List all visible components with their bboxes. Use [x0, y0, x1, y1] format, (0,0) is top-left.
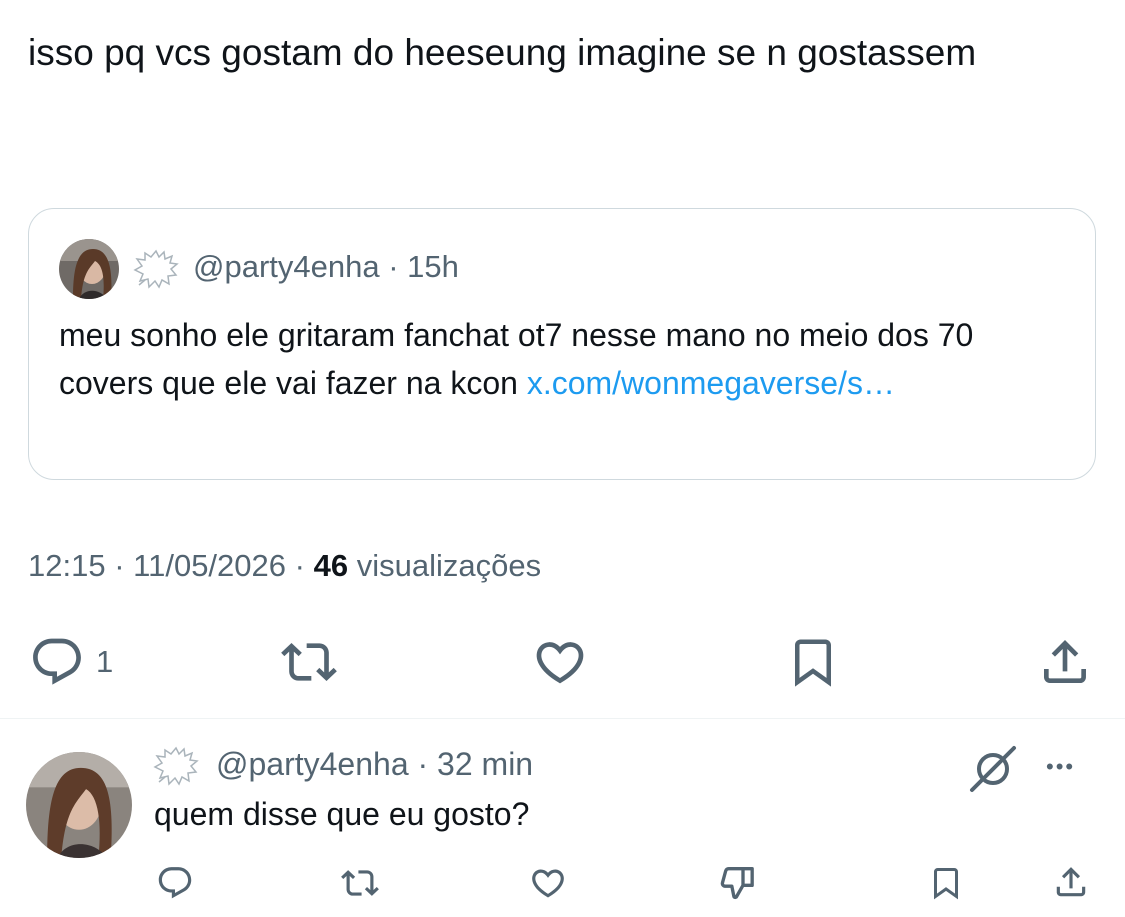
- reply-handle[interactable]: @party4enha: [216, 746, 409, 782]
- dislike-icon: [720, 867, 754, 900]
- views-label: visualizações: [356, 548, 542, 583]
- share-button[interactable]: [1036, 634, 1094, 690]
- tweet-timestamp: 12:15 · 11/05/2026 · 46 visualizações: [28, 548, 541, 584]
- tweet-text: isso pq vcs gostam do heeseung imagine s…: [28, 32, 977, 73]
- separator: ·: [417, 746, 429, 782]
- reply-text: quem disse que eu gosto?: [154, 796, 530, 832]
- reply-icon: [158, 867, 192, 899]
- like-icon: [536, 642, 584, 684]
- separator: ·: [294, 548, 305, 583]
- separator: ·: [388, 249, 399, 284]
- retweet-icon: [281, 643, 337, 681]
- grok-button[interactable]: [968, 744, 1020, 794]
- share-icon: [1056, 867, 1086, 897]
- tweet-date[interactable]: 11/05/2026: [133, 548, 286, 583]
- avatar-image: [59, 239, 119, 299]
- views-count: 46: [313, 548, 349, 583]
- retweet-icon: [341, 870, 379, 896]
- reply-retweet-button[interactable]: [340, 864, 380, 902]
- reply-meta: @party4enha · 32 min: [216, 746, 533, 783]
- reply-like-button[interactable]: [528, 864, 568, 902]
- bookmark-button[interactable]: [786, 634, 840, 690]
- quote-handle[interactable]: @party4enha: [193, 249, 380, 284]
- quote-text: meu sonho ele gritaram fanchat ot7 nesse…: [59, 311, 1069, 407]
- share-icon: [1044, 640, 1086, 683]
- like-icon: [532, 869, 564, 898]
- quoted-tweet-card[interactable]: @party4enha · 15h meu sonho ele gritaram…: [28, 208, 1096, 480]
- speech-bubble-badge-icon: [133, 249, 179, 289]
- bookmark-icon: [934, 868, 958, 900]
- like-button[interactable]: [528, 634, 592, 690]
- grok-icon: [970, 746, 1016, 792]
- quote-link[interactable]: x.com/wonmegaverse/s…: [527, 365, 895, 401]
- more-icon: •••: [1046, 754, 1076, 779]
- avatar[interactable]: [59, 239, 119, 299]
- reply-bookmark-button[interactable]: [928, 864, 964, 902]
- avatar-image: [26, 752, 132, 858]
- more-button[interactable]: •••: [1046, 754, 1075, 780]
- divider: [0, 718, 1125, 719]
- reply-share-button[interactable]: [1052, 862, 1090, 902]
- reply-icon: [33, 638, 81, 685]
- reply-dislike-button[interactable]: [718, 862, 758, 902]
- separator: ·: [114, 548, 125, 583]
- reply-count: 1: [96, 644, 114, 679]
- reply-button[interactable]: 1: [28, 634, 113, 690]
- retweet-button[interactable]: [276, 634, 342, 690]
- quote-meta: @party4enha · 15h: [193, 249, 459, 285]
- reply-avatar[interactable]: [26, 752, 132, 858]
- tweet-time[interactable]: 12:15: [28, 548, 106, 583]
- reply-reply-button[interactable]: [156, 864, 194, 902]
- bookmark-icon: [795, 639, 831, 687]
- quote-age[interactable]: 15h: [407, 249, 459, 284]
- speech-bubble-badge-icon: [153, 746, 199, 786]
- reply-age[interactable]: 32 min: [437, 746, 533, 782]
